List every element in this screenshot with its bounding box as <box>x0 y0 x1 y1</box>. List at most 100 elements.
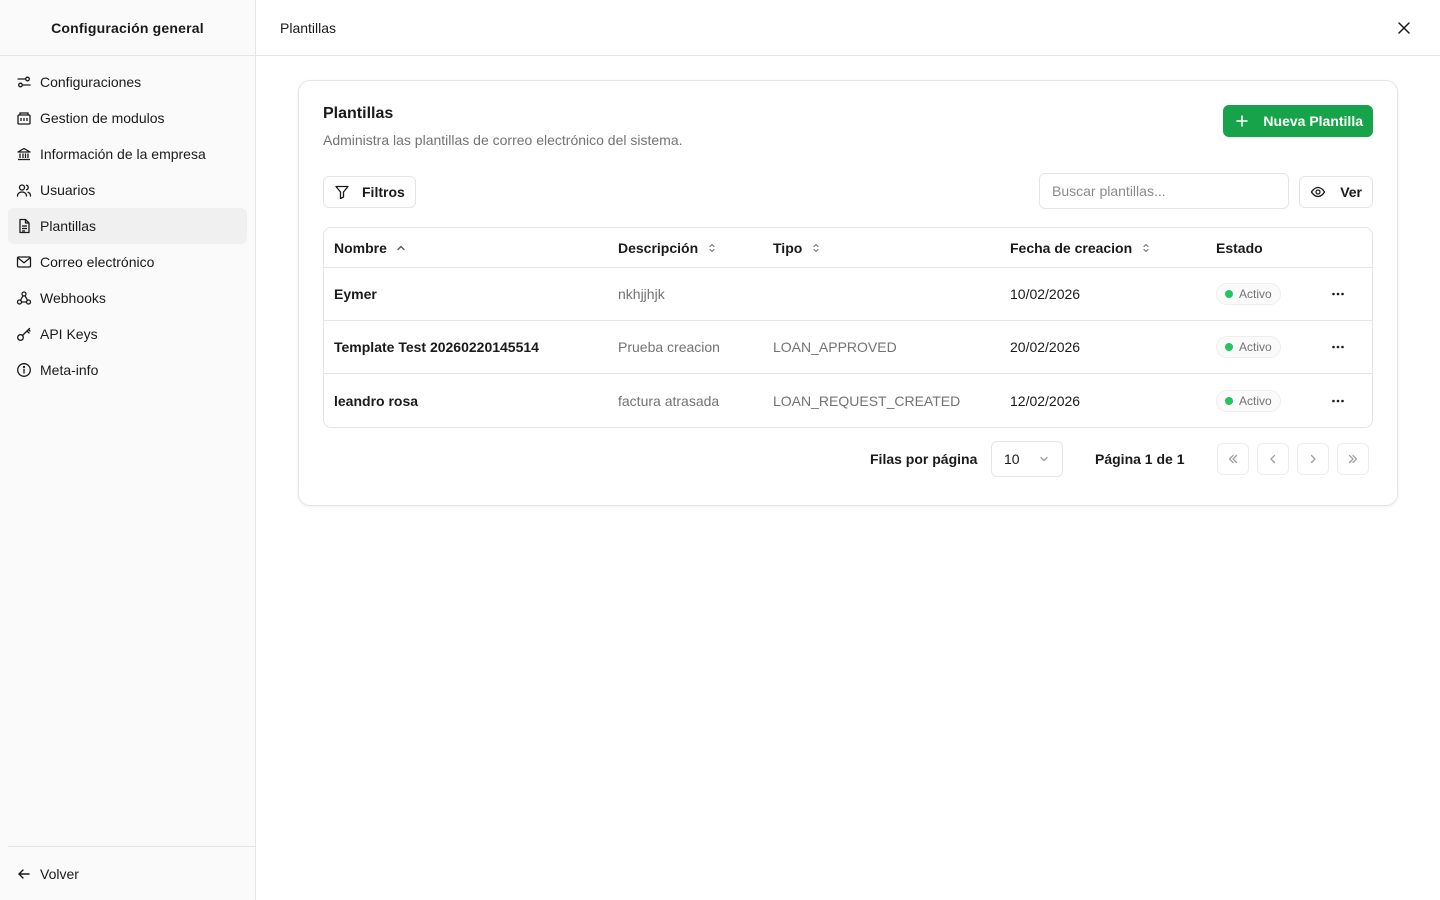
cell-type: LOAN_REQUEST_CREATED <box>773 392 961 409</box>
column-header-estado: Estado <box>1216 239 1263 256</box>
search-input[interactable] <box>1039 173 1289 209</box>
rows-per-page-label: Filas por página <box>870 451 978 467</box>
card-subtitle: Administra las plantillas de correo elec… <box>323 132 683 148</box>
sidebar-item-api-keys[interactable]: API Keys <box>8 316 247 352</box>
status-dot <box>1225 396 1233 405</box>
row-actions-button[interactable] <box>1324 280 1352 308</box>
bank-building-icon <box>17 147 31 161</box>
sidebar-item-label: Gestion de modulos <box>40 110 165 126</box>
rows-per-page-select[interactable]: 10 <box>991 441 1063 477</box>
users-icon <box>16 184 32 197</box>
cell-status: Activo <box>1216 374 1281 427</box>
file-text-icon <box>19 218 30 234</box>
sidebar-item-label: Configuraciones <box>40 74 142 90</box>
page-title: Plantillas <box>280 19 337 36</box>
sort-icon <box>813 243 819 252</box>
row-actions-button[interactable] <box>1324 387 1352 415</box>
table-row[interactable]: leandro rosa factura atrasada LOAN_REQUE… <box>324 374 1372 427</box>
sidebar-item-label: API Keys <box>40 326 98 342</box>
cell-actions <box>1324 268 1352 320</box>
pagination: Filas por página 10 Página 1 de 1 <box>299 441 1373 477</box>
modules-icon <box>17 112 31 125</box>
cell-date: 12/02/2026 <box>1010 392 1081 409</box>
more-horizontal-icon <box>1332 399 1344 402</box>
filters-button[interactable]: Filtros <box>323 176 416 208</box>
column-header-fecha[interactable]: Fecha de creacion <box>1010 228 1152 267</box>
sort-icon <box>1143 243 1149 252</box>
cell-status: Activo <box>1216 268 1281 320</box>
previous-page-button[interactable] <box>1257 443 1289 475</box>
filter-icon <box>335 185 349 200</box>
info-icon <box>17 363 31 377</box>
close-button[interactable] <box>1392 16 1416 40</box>
sidebar-item-empresa[interactable]: Información de la empresa <box>8 136 247 172</box>
cell-type: LOAN_APPROVED <box>773 339 897 355</box>
first-page-button[interactable] <box>1217 443 1249 475</box>
table-header: Nombre Descripción Tipo Fecha de creacio… <box>324 228 1372 268</box>
column-header-tipo[interactable]: Tipo <box>773 228 822 267</box>
cell-name: Template Test 20260220145514 <box>334 339 539 355</box>
cell-description: nkhjjhjk <box>618 286 665 302</box>
chevrons-right-icon <box>1348 454 1358 464</box>
chevrons-left-icon <box>1228 454 1238 464</box>
close-icon <box>1398 21 1410 34</box>
page-info: Página 1 de 1 <box>1095 451 1185 467</box>
cell-status: Activo <box>1216 321 1281 373</box>
sidebar-item-webhooks[interactable]: Webhooks <box>8 280 247 316</box>
last-page-button[interactable] <box>1337 443 1369 475</box>
table-row[interactable]: Template Test 20260220145514 Prueba crea… <box>324 321 1372 374</box>
cell-actions <box>1324 321 1352 373</box>
cell-date: 20/02/2026 <box>1010 339 1081 355</box>
cell-name: Eymer <box>334 286 377 302</box>
sidebar-item-label: Webhooks <box>40 290 106 306</box>
sidebar: Configuración general Configuraciones Ge… <box>0 0 256 900</box>
status-badge: Activo <box>1216 283 1281 305</box>
new-template-button[interactable]: Nueva Plantilla <box>1223 105 1373 137</box>
plus-icon <box>1236 115 1249 127</box>
eye-icon <box>1310 186 1326 198</box>
new-template-label: Nueva Plantilla <box>1263 113 1363 129</box>
cell-description: Prueba creacion <box>618 339 720 355</box>
column-header-nombre[interactable]: Nombre <box>334 228 407 267</box>
sidebar-item-usuarios[interactable]: Usuarios <box>8 172 247 208</box>
cell-date: 10/02/2026 <box>1010 286 1081 302</box>
cell-actions <box>1324 374 1352 427</box>
sidebar-nav: Configuraciones Gestion de modulos Infor… <box>0 56 255 396</box>
chevron-right-icon <box>1310 454 1316 464</box>
rows-per-page-value: 10 <box>1004 451 1020 467</box>
status-dot <box>1225 290 1233 298</box>
view-label: Ver <box>1340 184 1362 200</box>
webhook-icon <box>16 291 32 305</box>
sidebar-item-meta-info[interactable]: Meta-info <box>8 352 247 388</box>
sidebar-item-label: Meta-info <box>40 362 99 378</box>
next-page-button[interactable] <box>1297 443 1329 475</box>
sidebar-item-label: Correo electrónico <box>40 254 155 270</box>
key-icon <box>17 327 31 341</box>
status-dot <box>1225 343 1233 351</box>
mail-icon <box>16 256 32 268</box>
sort-asc-icon <box>397 245 405 250</box>
sidebar-item-correo[interactable]: Correo electrónico <box>8 244 247 280</box>
templates-card: Plantillas Administra las plantillas de … <box>298 80 1398 506</box>
sort-icon <box>709 243 715 252</box>
sidebar-item-plantillas[interactable]: Plantillas <box>8 208 247 244</box>
settings-sliders-icon <box>17 76 31 88</box>
filters-label: Filtros <box>362 184 405 200</box>
back-button[interactable]: Volver <box>8 846 255 900</box>
row-actions-button[interactable] <box>1324 333 1352 361</box>
sidebar-title: Configuración general <box>0 0 255 56</box>
chevron-down-icon <box>1040 456 1048 462</box>
view-button[interactable]: Ver <box>1299 176 1373 208</box>
chevron-left-icon <box>1270 454 1276 464</box>
topbar: Plantillas <box>256 0 1440 56</box>
status-badge: Activo <box>1216 336 1281 358</box>
card-title: Plantillas <box>323 105 394 122</box>
table-row[interactable]: Eymer nkhjjhjk 10/02/2026 Activo <box>324 268 1372 321</box>
sidebar-item-label: Información de la empresa <box>40 146 206 162</box>
sidebar-item-modulos[interactable]: Gestion de modulos <box>8 100 247 136</box>
arrow-left-icon <box>18 868 30 879</box>
column-header-descripcion[interactable]: Descripción <box>618 228 718 267</box>
sidebar-item-configuraciones[interactable]: Configuraciones <box>8 64 247 100</box>
sidebar-item-label: Usuarios <box>40 182 96 198</box>
cell-description: factura atrasada <box>618 392 720 409</box>
